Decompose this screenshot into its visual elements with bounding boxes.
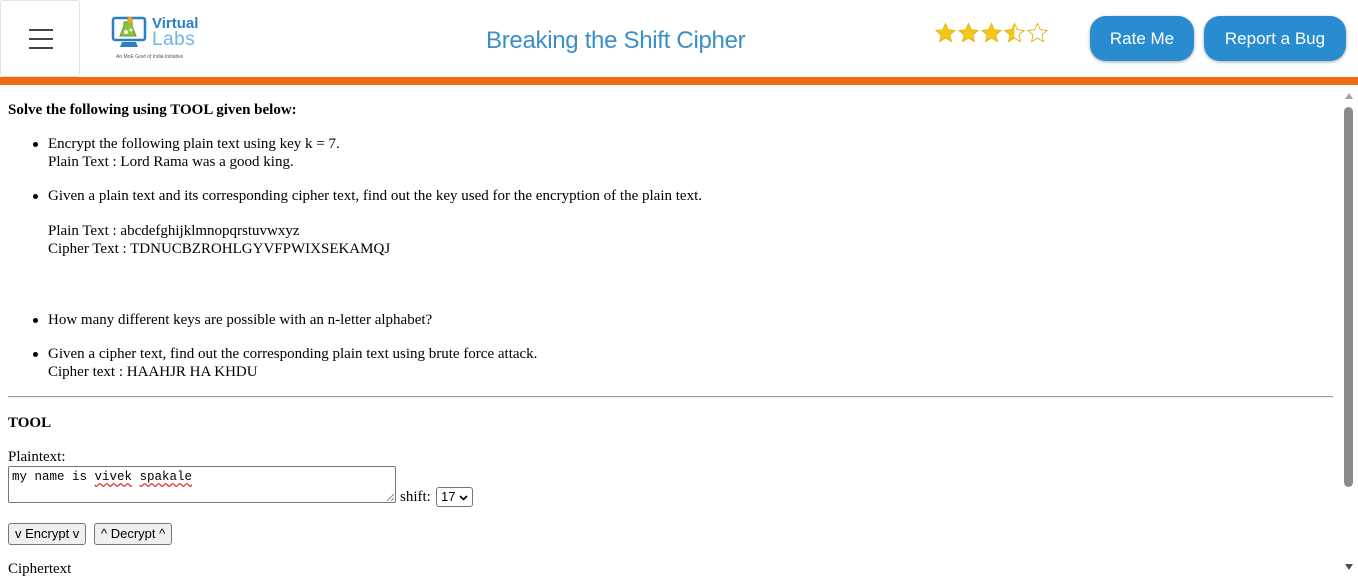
rate-me-button[interactable]: Rate Me: [1090, 16, 1194, 61]
plaintext-misspelled-word: vivek: [94, 470, 133, 484]
question-item: How many different keys are possible wit…: [33, 311, 433, 329]
menu-line: [29, 29, 53, 31]
question-text: Encrypt the following plain text using k…: [48, 136, 340, 152]
star-filled-icon: [980, 22, 1003, 43]
plaintext-segment: my name is: [12, 470, 95, 484]
shift-label: shift:: [400, 489, 431, 505]
tool-heading: TOOL: [8, 415, 52, 431]
menu-line: [29, 38, 53, 40]
question-detail: Cipher Text : TDNUCBZROHLGYVFPWIXSEKAMQJ: [48, 241, 391, 257]
chevron-down-icon: [459, 495, 468, 501]
experiment-content: Solve the following using TOOL given bel…: [0, 85, 1341, 576]
star-half-icon: [1003, 22, 1026, 43]
question-detail: Cipher text : HAAHJR HA KHDU: [48, 364, 258, 380]
shift-select[interactable]: 17: [436, 487, 473, 507]
decrypt-button[interactable]: ^ Decrypt ^: [94, 523, 173, 545]
question-text: Given a plain text and its corresponding…: [48, 188, 702, 204]
question-item: Given a plain text and its corresponding…: [33, 187, 702, 258]
bullet: [33, 352, 38, 357]
scroll-down-arrow-icon[interactable]: [1345, 564, 1353, 570]
logo-monitor-icon: [111, 16, 147, 47]
scroll-up-arrow-icon[interactable]: [1345, 93, 1353, 99]
logo-tagline: An MoE Govt of India Initiative: [116, 54, 184, 60]
star-filled-icon: [957, 22, 980, 43]
bullet: [33, 318, 38, 323]
menu-line: [29, 47, 53, 49]
plaintext-misspelled-word: spakale: [139, 470, 193, 484]
hamburger-menu-button[interactable]: [0, 0, 80, 77]
plaintext-label: Plaintext:: [8, 449, 66, 465]
bullet: [33, 194, 38, 199]
question-item: Encrypt the following plain text using k…: [33, 135, 340, 171]
shift-value: 17: [441, 489, 456, 504]
resize-grip-icon[interactable]: [386, 493, 394, 501]
header-accent-bar: [0, 77, 1358, 85]
instructions-heading: Solve the following using TOOL given bel…: [8, 102, 297, 118]
question-item: Given a cipher text, find out the corres…: [33, 345, 538, 381]
scrollbar-thumb[interactable]: [1344, 107, 1353, 487]
logo-word-labs: Labs: [152, 29, 196, 50]
question-detail: Plain Text : abcdefghijklmnopqrstuvwxyz: [48, 223, 300, 239]
question-text: Given a cipher text, find out the corres…: [48, 346, 538, 362]
section-divider: [8, 396, 1333, 398]
star-empty-icon: [1026, 22, 1049, 43]
page-title: Breaking the Shift Cipher: [486, 27, 746, 54]
ciphertext-label: Ciphertext: [8, 561, 72, 576]
top-navbar: Virtual Labs An MoE Govt of India Initia…: [0, 0, 1358, 78]
star-filled-icon: [934, 22, 957, 43]
plaintext-input[interactable]: my name is vivek spakale: [8, 466, 396, 503]
plaintext-segment: [132, 470, 140, 484]
report-bug-button[interactable]: Report a Bug: [1204, 16, 1346, 61]
rating-stars[interactable]: [934, 20, 1050, 48]
virtual-labs-logo[interactable]: Virtual Labs An MoE Govt of India Initia…: [108, 10, 208, 64]
question-detail: Plain Text : Lord Rama was a good king.: [48, 154, 294, 170]
bullet: [33, 142, 38, 147]
encrypt-button[interactable]: v Encrypt v: [8, 523, 87, 545]
question-text: How many different keys are possible wit…: [48, 312, 433, 328]
vertical-scrollbar[interactable]: [1341, 85, 1358, 576]
